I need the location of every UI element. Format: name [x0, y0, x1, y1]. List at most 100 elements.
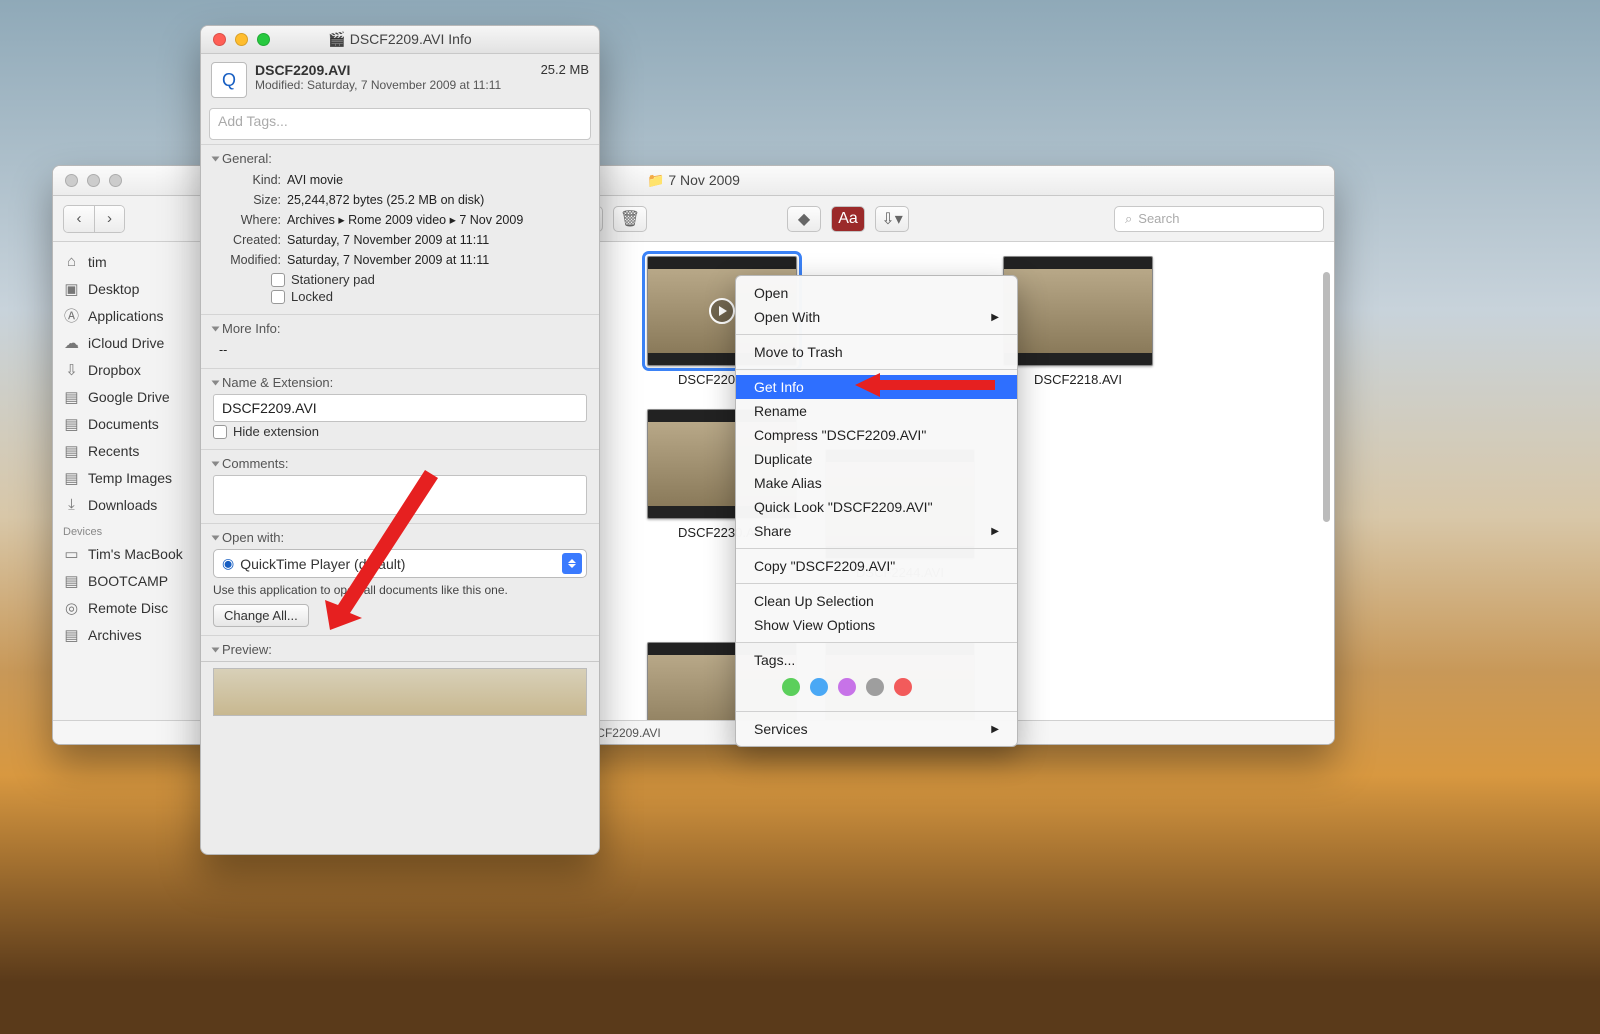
file-name: DSCF2218.AVI [1034, 372, 1122, 387]
folder-icon: ▤ [63, 415, 80, 432]
sidebar-item[interactable]: ⇩Dropbox [53, 356, 200, 383]
section-header[interactable]: More Info: [213, 321, 587, 336]
checkbox-icon [271, 290, 285, 304]
sidebar-item[interactable]: ▤Google Drive [53, 383, 200, 410]
finder-sidebar: ⌂tim ▣Desktop ⒶApplications ☁iCloud Driv… [53, 242, 201, 720]
sidebar-item-label: Downloads [88, 497, 157, 513]
section-header[interactable]: Name & Extension: [213, 375, 587, 390]
locked-checkbox[interactable]: Locked [271, 289, 587, 304]
hide-extension-checkbox[interactable]: Hide extension [213, 424, 587, 439]
section-moreinfo: More Info: -- [201, 314, 599, 368]
sidebar-item[interactable]: ☁iCloud Drive [53, 329, 200, 356]
close-dot[interactable] [213, 33, 226, 46]
disk-icon: ▤ [63, 626, 80, 643]
tags-input[interactable]: Add Tags... [209, 108, 591, 140]
preview-thumbnail [213, 668, 587, 716]
cm-viewopts[interactable]: Show View Options [736, 613, 1017, 637]
search-icon: ⌕ [1125, 211, 1132, 227]
disclosure-icon [212, 156, 220, 161]
cm-open[interactable]: Open [736, 281, 1017, 305]
zoom-dot[interactable] [109, 174, 122, 187]
sidebar-item[interactable]: ⒶApplications [53, 302, 200, 329]
tag-purple[interactable] [838, 678, 856, 696]
moreinfo-value: -- [219, 340, 587, 360]
sidebar-item[interactable]: ▤ Archives [53, 621, 200, 648]
nav-buttons: ‹ › [63, 205, 125, 233]
cm-separator [736, 642, 1017, 643]
sidebar-item-label: Archives [88, 627, 142, 643]
tool-button-1[interactable]: ◆ [787, 206, 821, 232]
section-nameext: Name & Extension: DSCF2209.AVI Hide exte… [201, 368, 599, 449]
cm-rename[interactable]: Rename [736, 399, 1017, 423]
sidebar-item-label: Applications [88, 308, 164, 324]
change-all-button[interactable]: Change All... [213, 604, 309, 627]
tool-button-2[interactable]: Aa [831, 206, 865, 232]
section-header[interactable]: Preview: [213, 642, 587, 657]
cm-trash[interactable]: Move to Trash [736, 340, 1017, 364]
section-header[interactable]: General: [213, 151, 587, 166]
stationery-checkbox[interactable]: Stationery pad [271, 272, 587, 287]
trash-button[interactable]: 🗑 [613, 206, 647, 232]
sidebar-item[interactable]: ▭Tim's MacBook [53, 540, 200, 567]
disclosure-icon [212, 380, 220, 385]
cm-services[interactable]: Services [736, 717, 1017, 741]
file-item[interactable]: DSCF2218.AVI [1003, 256, 1153, 387]
forward-button[interactable]: › [94, 206, 124, 232]
sidebar-item-label: BOOTCAMP [88, 573, 168, 589]
sidebar-item[interactable]: ▣Desktop [53, 275, 200, 302]
tag-green[interactable] [782, 678, 800, 696]
info-size: 25.2 MB [541, 62, 589, 77]
tag-orange[interactable] [754, 678, 772, 696]
tag-grey[interactable] [866, 678, 884, 696]
home-icon: ⌂ [63, 253, 80, 270]
cm-tag-row [736, 672, 1017, 706]
cm-cleanup[interactable]: Clean Up Selection [736, 589, 1017, 613]
sidebar-item[interactable]: ▤Recents [53, 437, 200, 464]
tag-red[interactable] [894, 678, 912, 696]
file-thumbnail[interactable] [1003, 256, 1153, 366]
sidebar-item[interactable]: ⤓ Downloads [53, 491, 200, 518]
annotation-arrow-getinfo [855, 370, 995, 400]
quicktime-icon: Q [211, 62, 247, 98]
cm-compress[interactable]: Compress "DSCF2209.AVI" [736, 423, 1017, 447]
laptop-icon: ▭ [63, 545, 80, 562]
kind-value: AVI movie [287, 173, 343, 187]
checkbox-icon [271, 273, 285, 287]
minimize-dot[interactable] [87, 174, 100, 187]
cm-separator [736, 334, 1017, 335]
close-dot[interactable] [65, 174, 78, 187]
disclosure-icon [212, 535, 220, 540]
get-info-window: 🎬 DSCF2209.AVI Info Q DSCF2209.AVI Modif… [200, 25, 600, 855]
cm-openwith[interactable]: Open With [736, 305, 1017, 329]
search-field[interactable]: ⌕ Search [1114, 206, 1324, 232]
downloads-icon: ⤓ [63, 496, 80, 513]
cm-separator [736, 548, 1017, 549]
sidebar-item-label: Temp Images [88, 470, 172, 486]
back-button[interactable]: ‹ [64, 206, 94, 232]
sidebar-item[interactable]: ▤ Temp Images [53, 464, 200, 491]
sidebar-item[interactable]: ▤Documents [53, 410, 200, 437]
info-traffic-lights [201, 33, 270, 46]
sidebar-item[interactable]: ▤BOOTCAMP [53, 567, 200, 594]
sidebar-item[interactable]: ⌂tim [53, 248, 200, 275]
search-placeholder: Search [1138, 211, 1179, 226]
folder-icon: ▤ [63, 469, 80, 486]
name-extension-field[interactable]: DSCF2209.AVI [213, 394, 587, 422]
cm-share[interactable]: Share [736, 519, 1017, 543]
minimize-dot[interactable] [235, 33, 248, 46]
cm-copy[interactable]: Copy "DSCF2209.AVI" [736, 554, 1017, 578]
folder-icon: 📁 [647, 172, 664, 188]
cm-tags-label[interactable]: Tags... [736, 648, 1017, 672]
scrollbar-thumb[interactable] [1323, 272, 1330, 522]
disc-icon: ◎ [63, 599, 80, 616]
cm-quicklook[interactable]: Quick Look "DSCF2209.AVI" [736, 495, 1017, 519]
tag-blue[interactable] [810, 678, 828, 696]
sidebar-item[interactable]: ◎Remote Disc [53, 594, 200, 621]
cm-duplicate[interactable]: Duplicate [736, 447, 1017, 471]
dropbox-button[interactable]: ⇩▾ [875, 206, 909, 232]
desktop-icon: ▣ [63, 280, 80, 297]
sidebar-devices-header: Devices [53, 518, 200, 540]
info-titlebar[interactable]: 🎬 DSCF2209.AVI Info [201, 26, 599, 54]
cm-alias[interactable]: Make Alias [736, 471, 1017, 495]
zoom-dot[interactable] [257, 33, 270, 46]
